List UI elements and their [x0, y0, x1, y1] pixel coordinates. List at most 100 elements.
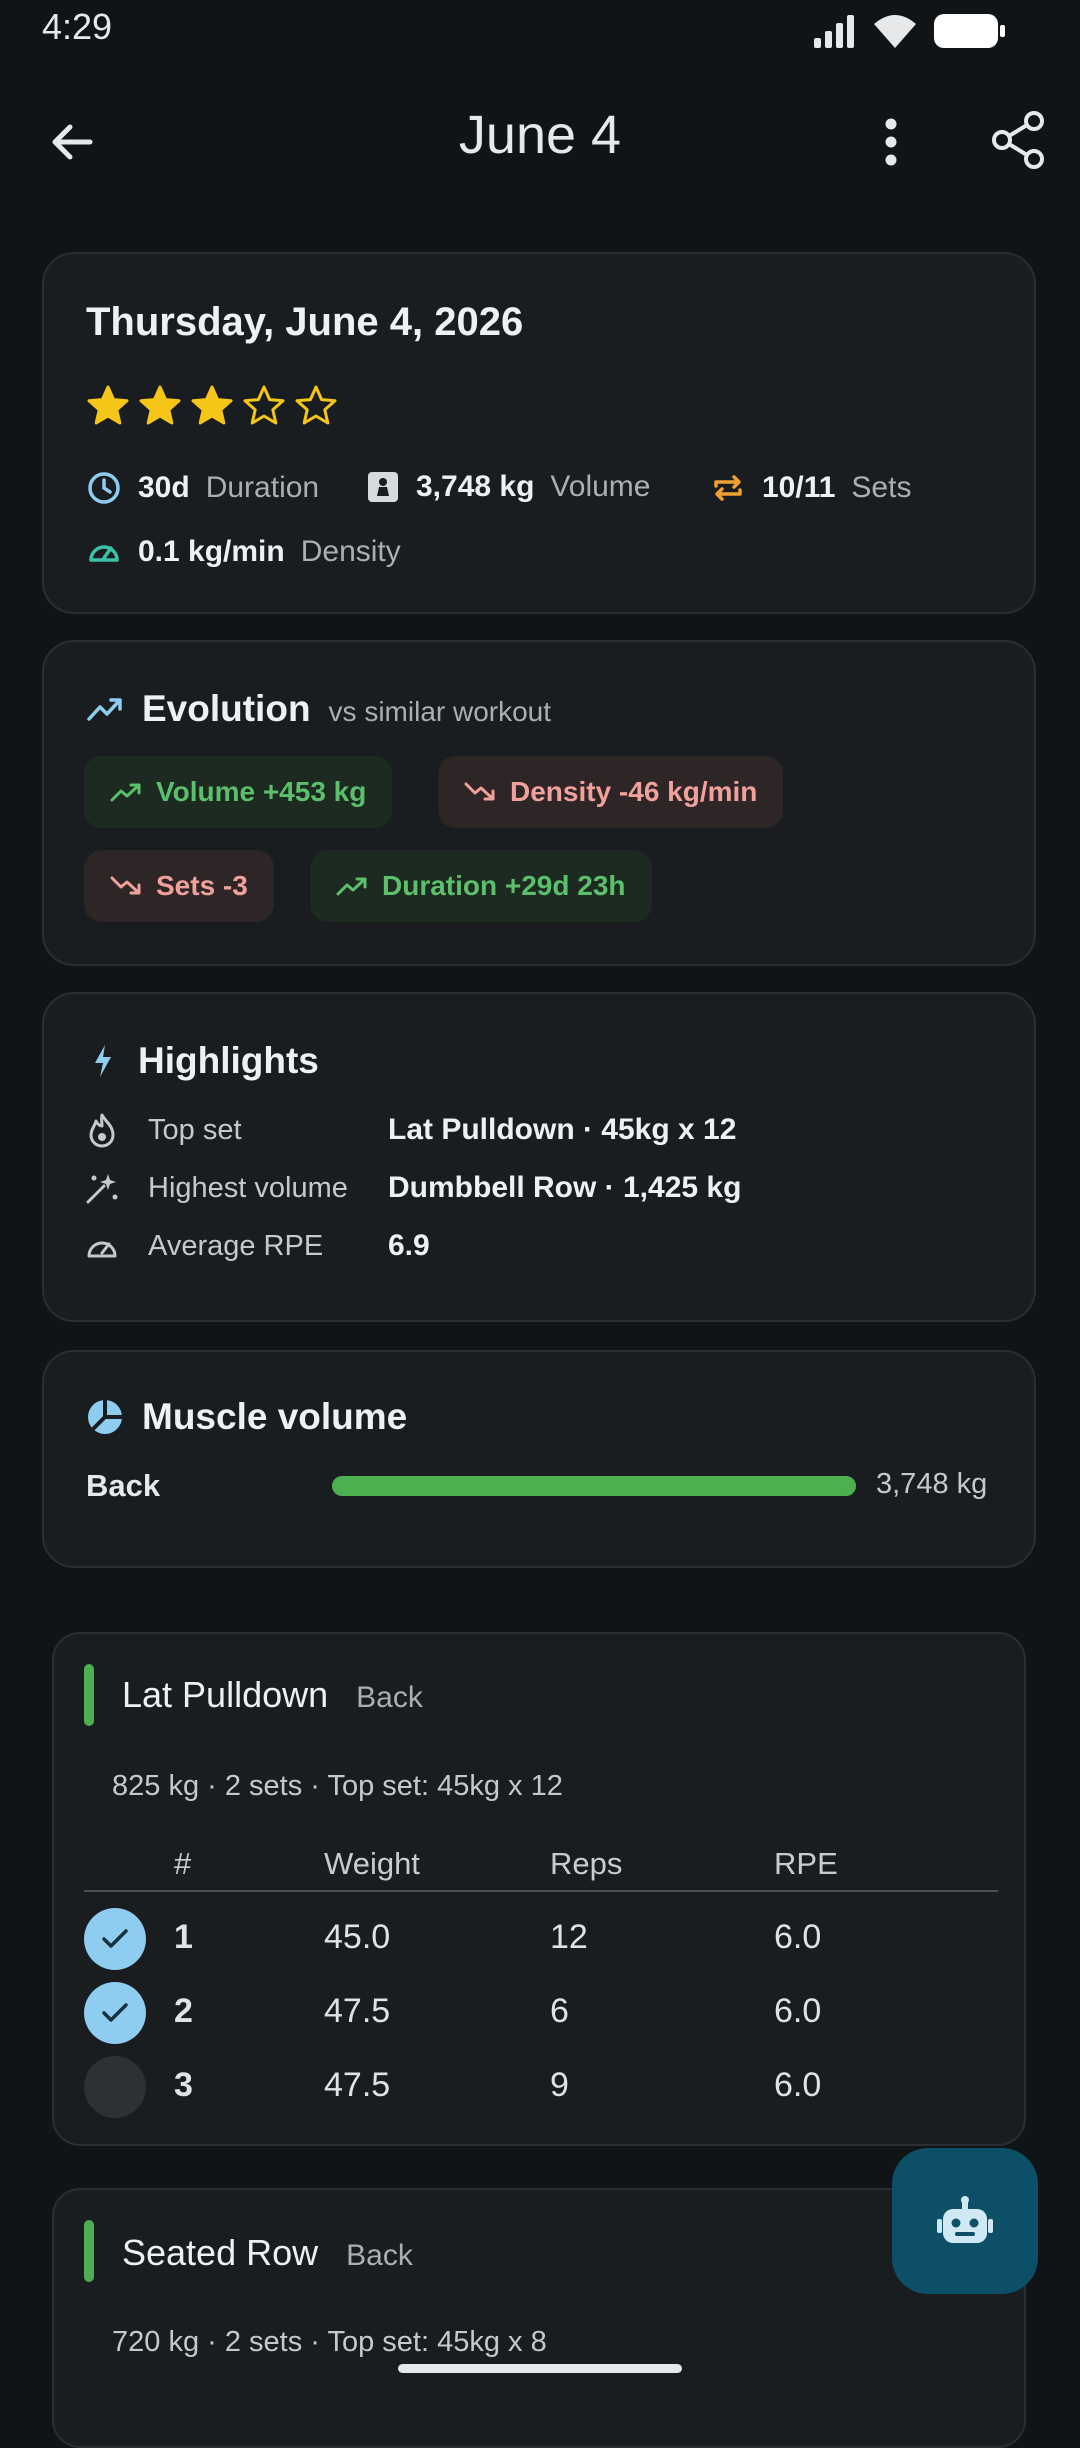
table-row[interactable]: 2 47.5 6 6.0: [54, 1976, 1028, 2050]
exercise-accent-bar: [84, 1664, 94, 1726]
table-row[interactable]: 1 45.0 12 6.0: [54, 1902, 1028, 1976]
exercise-header: Lat Pulldown Back: [122, 1674, 423, 1716]
check-icon: [102, 2003, 128, 2022]
stat-density: 0.1 kg/min Density: [86, 534, 401, 570]
col-header-rpe: RPE: [774, 1846, 838, 1881]
stat-sets-label: Sets: [851, 471, 912, 504]
exercise-summary: 825 kg · 2 sets · Top set: 45kg x 12: [112, 1770, 563, 1802]
repeat-icon: [714, 475, 742, 501]
share-button[interactable]: [978, 100, 1058, 180]
set-reps[interactable]: 9: [550, 2066, 569, 2105]
highlight-highest-volume: Highest volume Dumbbell Row · 1,425 kg: [84, 1170, 741, 1206]
stat-volume: 3,748 kg Volume: [366, 470, 651, 504]
muscle-volume-bar-fill: [332, 1476, 856, 1496]
share-icon: [992, 111, 1044, 169]
chip-sets: Sets -3: [84, 850, 274, 922]
exercise-muscle: Back: [346, 2239, 413, 2272]
set-weight[interactable]: 45.0: [324, 1918, 390, 1957]
robot-icon: [937, 2196, 993, 2243]
muscle-volume-title: Muscle volume: [142, 1396, 408, 1437]
highlight-top-set-value: Lat Pulldown · 45kg x 12: [388, 1113, 737, 1146]
muscle-volume-value: 3,748 kg: [876, 1468, 988, 1500]
set-reps[interactable]: 6: [550, 1992, 569, 2031]
star-filled-icon[interactable]: [138, 384, 182, 428]
speedometer-icon: [89, 545, 119, 562]
wifi-icon: [874, 15, 916, 48]
summary-card: Thursday, June 4, 2026 30d Duration 3,74…: [42, 252, 1036, 614]
set-rpe[interactable]: 6.0: [774, 2066, 821, 2105]
exercise-card-seated-row[interactable]: Seated Row Back 720 kg · 2 sets · Top se…: [52, 2188, 1026, 2448]
exercise-accent-bar: [84, 2220, 94, 2282]
chip-volume-text: Volume +453 kg: [156, 776, 367, 807]
stat-volume-value: 3,748 kg: [416, 470, 535, 503]
set-complete-checkbox[interactable]: [84, 1908, 146, 1970]
highlights-card: Highlights Top set Lat Pulldown · 45kg x…: [42, 992, 1036, 1322]
set-complete-checkbox[interactable]: [84, 2056, 146, 2118]
chip-density-text: Density -46 kg/min: [510, 776, 758, 807]
flame-icon: [89, 1113, 115, 1148]
set-complete-checkbox[interactable]: [84, 1982, 146, 2044]
table-divider: [84, 1890, 998, 1892]
rating-stars[interactable]: [86, 384, 338, 428]
exercise-card-lat-pulldown[interactable]: Lat Pulldown Back 825 kg · 2 sets · Top …: [52, 1632, 1026, 2146]
sparkle-icon: [86, 1174, 118, 1204]
muscle-name: Back: [86, 1468, 161, 1503]
chip-volume: Volume +453 kg: [84, 756, 393, 828]
star-filled-icon[interactable]: [86, 384, 130, 428]
star-outline-icon[interactable]: [294, 384, 338, 428]
back-button[interactable]: [30, 100, 114, 184]
stat-duration-value: 30d: [138, 471, 190, 504]
stat-density-label: Density: [300, 535, 401, 568]
exercise-name: Seated Row: [122, 2232, 319, 2273]
evolution-subtitle: vs similar workout: [328, 696, 552, 727]
weight-icon: [368, 472, 398, 502]
ai-assistant-fab[interactable]: [892, 2148, 1038, 2294]
col-header-num: #: [174, 1846, 192, 1881]
col-header-weight: Weight: [324, 1846, 420, 1881]
evolution-header: Evolution vs similar workout: [86, 688, 551, 730]
trending-up-icon: [87, 698, 122, 721]
exercise-header: Seated Row Back: [122, 2232, 413, 2274]
set-rpe[interactable]: 6.0: [774, 1918, 821, 1957]
table-row[interactable]: 3 47.5 9 6.0: [54, 2050, 1028, 2124]
highlights-header: Highlights: [92, 1040, 319, 1082]
set-number: 2: [174, 1992, 193, 2030]
stat-sets: 10/11 Sets: [710, 470, 911, 506]
highlight-average-rpe-value: 6.9: [388, 1229, 430, 1262]
more-button[interactable]: [856, 104, 926, 180]
chip-sets-text: Sets -3: [156, 870, 248, 901]
bolt-icon: [95, 1045, 111, 1077]
workout-date: Thursday, June 4, 2026: [86, 300, 524, 344]
status-time: 4:29: [42, 6, 113, 47]
battery-icon: [934, 14, 1005, 48]
highlights-title: Highlights: [138, 1040, 319, 1081]
highlight-highest-volume-label: Highest volume: [148, 1171, 348, 1204]
chip-density: Density -46 kg/min: [438, 756, 784, 828]
set-weight[interactable]: 47.5: [324, 1992, 390, 2031]
muscle-volume-bar-track: [332, 1476, 856, 1496]
trending-down-icon: [464, 782, 495, 801]
star-filled-icon[interactable]: [190, 384, 234, 428]
chip-duration-text: Duration +29d 23h: [382, 870, 626, 901]
stat-volume-label: Volume: [550, 470, 651, 503]
signal-icon: [814, 15, 854, 48]
arrow-left-icon: [52, 124, 93, 160]
set-number: 1: [174, 1918, 193, 1956]
evolution-card: Evolution vs similar workout Volume +453…: [42, 640, 1036, 966]
trending-up-icon: [336, 877, 367, 896]
gauge-icon: [87, 1241, 117, 1258]
highlight-average-rpe-label: Average RPE: [148, 1229, 324, 1262]
highlight-top-set-label: Top set: [148, 1113, 242, 1146]
home-indicator[interactable]: [398, 2364, 682, 2373]
set-reps[interactable]: 12: [550, 1918, 588, 1957]
trending-down-icon: [110, 876, 141, 895]
highlight-top-set: Top set Lat Pulldown · 45kg x 12: [84, 1112, 736, 1148]
star-outline-icon[interactable]: [242, 384, 286, 428]
chip-duration: Duration +29d 23h: [310, 850, 652, 922]
set-number: 3: [174, 2066, 193, 2104]
col-header-reps: Reps: [550, 1846, 623, 1881]
status-bar: 4:29: [0, 0, 1080, 60]
stat-density-value: 0.1 kg/min: [138, 535, 285, 568]
set-weight[interactable]: 47.5: [324, 2066, 390, 2105]
set-rpe[interactable]: 6.0: [774, 1992, 821, 2031]
